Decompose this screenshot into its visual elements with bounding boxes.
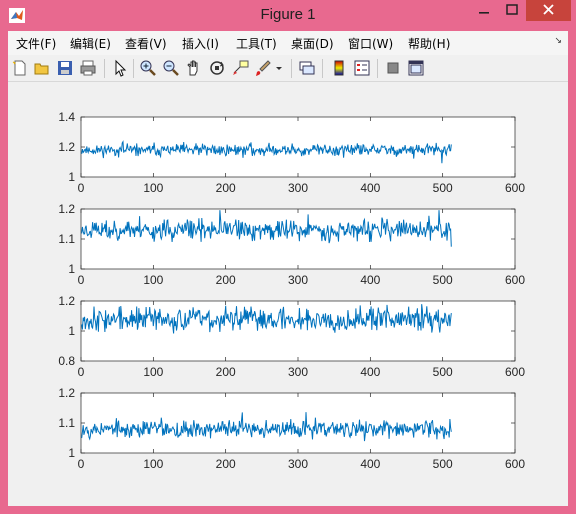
save-icon[interactable] [56, 59, 74, 77]
x-tick-label: 200 [216, 365, 236, 379]
x-tick-label: 200 [216, 457, 236, 471]
brush-icon[interactable] [254, 59, 272, 77]
x-tick-label: 200 [216, 181, 236, 195]
menu-bar: 文件(F) 编辑(E) 查看(V) 插入(I) 工具(T) 桌面(D) 窗口(W… [8, 31, 568, 55]
y-tick-label: 1.4 [58, 110, 75, 124]
x-tick-label: 100 [143, 457, 163, 471]
toolbar-separator [133, 59, 134, 78]
open-file-icon[interactable] [33, 59, 51, 77]
toolbar-separator [104, 59, 105, 78]
maximize-icon [506, 4, 518, 15]
y-tick-label: 1 [68, 262, 75, 276]
minimize-icon [479, 12, 489, 14]
minimize-button[interactable] [470, 0, 498, 21]
y-tick-label: 1.1 [58, 232, 75, 246]
x-tick-label: 400 [360, 181, 380, 195]
x-tick-label: 500 [433, 457, 453, 471]
menu-insert[interactable]: 插入(I) [182, 35, 219, 52]
x-tick-label: 600 [505, 273, 525, 287]
y-tick-label: 1.1 [58, 416, 75, 430]
zoom-out-icon[interactable] [162, 59, 180, 77]
figure-toolbar [8, 55, 568, 82]
show-plot-tools-icon[interactable] [407, 59, 425, 77]
x-tick-label: 300 [288, 273, 308, 287]
menu-tools[interactable]: 工具(T) [236, 35, 277, 52]
rotate-3d-icon[interactable] [208, 59, 226, 77]
toolbar-separator [291, 59, 292, 78]
y-tick-label: 1.2 [58, 386, 75, 400]
close-icon [543, 4, 554, 15]
x-tick-label: 100 [143, 273, 163, 287]
x-tick-label: 500 [433, 273, 453, 287]
x-tick-label: 0 [78, 181, 85, 195]
menu-window[interactable]: 窗口(W) [348, 35, 393, 52]
menu-view[interactable]: 查看(V) [125, 35, 167, 52]
hide-plot-tools-icon[interactable] [384, 59, 402, 77]
new-figure-icon[interactable] [11, 59, 29, 77]
x-tick-label: 0 [78, 457, 85, 471]
x-tick-label: 600 [505, 181, 525, 195]
title-bar[interactable]: Figure 1 [0, 0, 576, 31]
menu-help[interactable]: 帮助(H) [408, 35, 450, 52]
x-tick-label: 300 [288, 181, 308, 195]
axes-2[interactable] [80, 208, 516, 270]
toolbar-separator [322, 59, 323, 78]
brush-dropdown-icon[interactable] [274, 59, 284, 77]
menu-edit[interactable]: 编辑(E) [70, 35, 111, 52]
x-tick-label: 100 [143, 181, 163, 195]
print-icon[interactable] [79, 59, 97, 77]
x-tick-label: 600 [505, 365, 525, 379]
pan-icon[interactable] [185, 59, 203, 77]
client-area: 文件(F) 编辑(E) 查看(V) 插入(I) 工具(T) 桌面(D) 窗口(W… [8, 31, 568, 506]
x-tick-label: 300 [288, 365, 308, 379]
figure-window: Figure 1 文件(F) 编辑(E) 查看(V) 插入(I) 工具(T) 桌… [0, 0, 576, 514]
subplot-area: 0 100 200 300 400 500 60011.21.40 100 200 300 400 5… [58, 110, 525, 471]
close-button[interactable] [526, 0, 571, 21]
x-tick-label: 0 [78, 365, 85, 379]
y-tick-label: 0.8 [58, 354, 75, 368]
toolbar-separator [377, 59, 378, 78]
zoom-in-icon[interactable] [139, 59, 157, 77]
y-tick-label: 1.2 [58, 140, 75, 154]
colorbar-icon[interactable] [330, 59, 348, 77]
x-tick-label: 500 [433, 365, 453, 379]
x-tick-label: 600 [505, 457, 525, 471]
x-tick-label: 400 [360, 273, 380, 287]
x-tick-label: 400 [360, 365, 380, 379]
pointer-icon[interactable] [110, 59, 128, 77]
x-tick-label: 400 [360, 457, 380, 471]
legend-icon[interactable] [353, 59, 371, 77]
y-tick-label: 1 [68, 446, 75, 460]
y-tick-label: 1.2 [58, 294, 75, 308]
x-tick-label: 200 [216, 273, 236, 287]
maximize-button[interactable] [499, 0, 525, 21]
x-tick-label: 0 [78, 273, 85, 287]
y-tick-label: 1 [68, 324, 75, 338]
y-tick-label: 1 [68, 170, 75, 184]
y-tick-label: 1.2 [58, 202, 75, 216]
menu-desktop[interactable]: 桌面(D) [291, 35, 334, 52]
figure-canvas: 0 100 200 300 400 500 600 1 1.2 1.4 0 100 200 300 400 5… [8, 82, 568, 506]
x-tick-label: 100 [143, 365, 163, 379]
data-cursor-icon[interactable] [231, 59, 249, 77]
link-plot-icon[interactable] [298, 59, 316, 77]
x-tick-label: 300 [288, 457, 308, 471]
menu-file[interactable]: 文件(F) [16, 35, 56, 52]
dock-arrow-icon[interactable]: ↘ [554, 36, 562, 46]
x-tick-label: 500 [433, 181, 453, 195]
